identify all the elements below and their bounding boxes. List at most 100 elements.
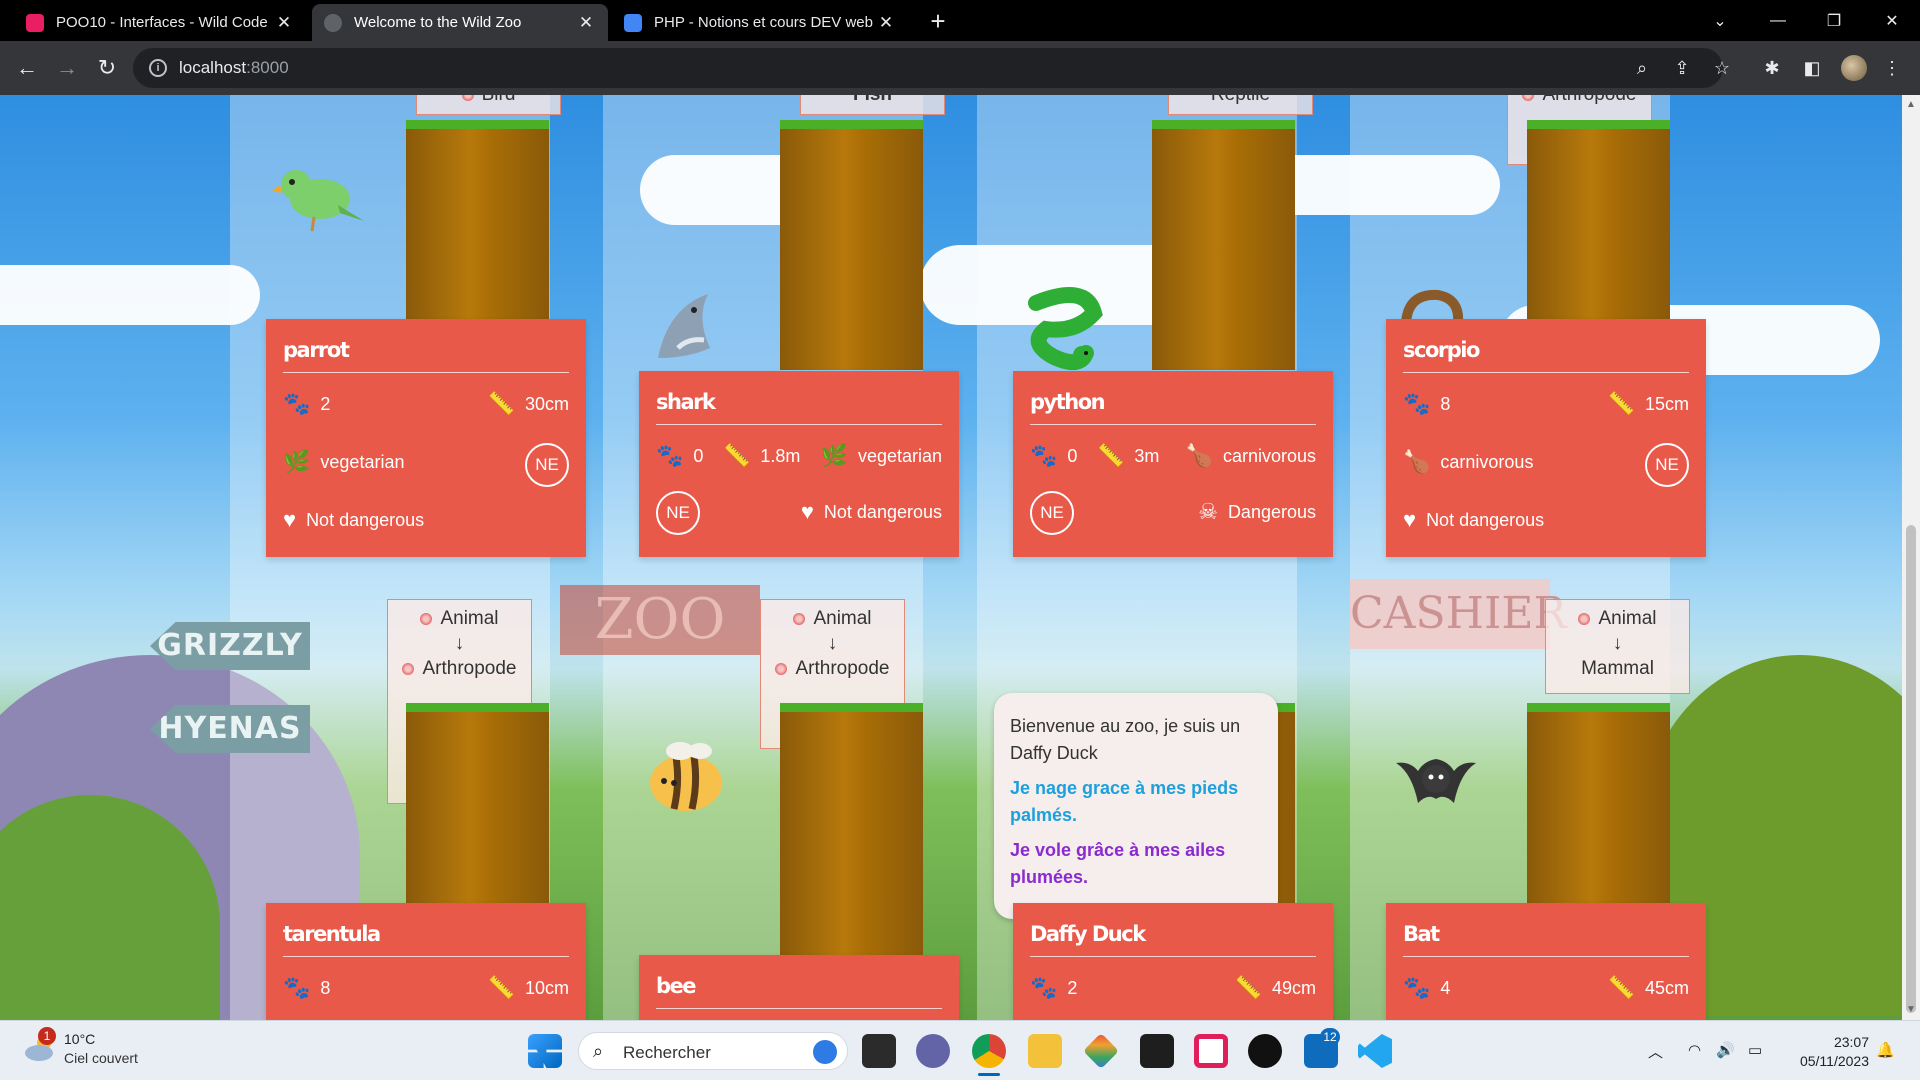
- weather-temp[interactable]: 10°C: [64, 1031, 95, 1047]
- tab-php-notions[interactable]: PHP - Notions et cours DEV web ✕: [612, 4, 908, 41]
- reload-icon[interactable]: ↻: [91, 52, 123, 84]
- weather-description[interactable]: Ciel couvert: [64, 1050, 138, 1066]
- wifi-icon[interactable]: ◠: [1688, 1041, 1701, 1059]
- wooden-post: [780, 120, 923, 370]
- animal-card-python[interactable]: python 🐾 0 📏 3m 🍗 carnivorous NE ☠ Dangerous: [1013, 371, 1333, 557]
- close-tab-icon[interactable]: ✕: [274, 13, 294, 33]
- paw-icon: 🐾: [283, 391, 311, 416]
- show-hidden-icons-icon[interactable]: ︿: [1648, 1041, 1663, 1062]
- file-explorer-icon[interactable]: [1028, 1034, 1062, 1068]
- divider: [283, 372, 569, 373]
- tab-title: Welcome to the Wild Zoo: [354, 14, 522, 31]
- address-bar[interactable]: i localhost:8000 ⌕ ⇪ ☆: [133, 48, 1730, 88]
- taskbar-search[interactable]: ⌕ Rechercher: [578, 1032, 848, 1070]
- category-label-fish: Fish: [800, 95, 945, 115]
- conservation-status-badge: NE: [656, 491, 700, 535]
- weather-alert-badge: 1: [38, 1027, 56, 1045]
- wooden-post: [406, 703, 549, 903]
- clock-date: 05/11/2023: [1799, 1053, 1869, 1069]
- animal-card-bee[interactable]: bee: [639, 955, 959, 1020]
- url-text[interactable]: localhost:8000: [179, 58, 289, 78]
- paw-icon: 🐾: [1030, 975, 1058, 1000]
- python-image: [1028, 287, 1103, 371]
- paw-icon: 🐾: [1403, 975, 1431, 1000]
- legs-stat: 🐾 0: [656, 443, 704, 468]
- chrome-icon[interactable]: [972, 1034, 1006, 1068]
- divider: [1403, 956, 1689, 957]
- side-panel-icon[interactable]: ◧: [1800, 56, 1824, 80]
- forward-arrow-icon[interactable]: →: [51, 52, 83, 84]
- ruler-icon: 📏: [1097, 443, 1125, 468]
- scroll-up-icon[interactable]: ▲: [1905, 99, 1917, 113]
- profile-avatar[interactable]: [1841, 55, 1867, 81]
- bookmark-star-icon[interactable]: ☆: [1711, 57, 1733, 79]
- zoo-arch-sign: ZOO: [560, 585, 760, 655]
- shark-image: [658, 294, 710, 358]
- scroll-down-icon[interactable]: ▼: [1905, 1004, 1917, 1018]
- size-stat: 📏 15cm: [1607, 391, 1689, 416]
- danger-stat: ♥ Not dangerous: [800, 499, 942, 524]
- github-icon[interactable]: [1248, 1034, 1282, 1068]
- search-icon: ⌕: [593, 1041, 604, 1061]
- close-window-button[interactable]: ✕: [1864, 0, 1920, 41]
- restore-button[interactable]: ❐: [1806, 0, 1862, 41]
- vscode-icon[interactable]: [1358, 1034, 1392, 1068]
- back-arrow-icon[interactable]: ←: [11, 52, 43, 84]
- animal-name: bee: [656, 974, 697, 998]
- danger-stat: ♥ Not dangerous: [283, 507, 425, 532]
- animal-card-scorpio[interactable]: scorpio 🐾 8 📏 15cm 🍗 carnivorous NE ♥ Not da…: [1386, 319, 1706, 557]
- site-info-icon[interactable]: i: [149, 59, 167, 77]
- url-host: localhost: [179, 58, 247, 77]
- slack-icon[interactable]: [1194, 1034, 1228, 1068]
- tab-search-icon[interactable]: ⌄: [1692, 0, 1748, 41]
- flower-icon: [1522, 95, 1535, 101]
- task-view-icon[interactable]: [862, 1034, 896, 1068]
- legs-stat: 🐾 2: [1030, 975, 1078, 1000]
- page-scrollbar[interactable]: ▲ ▼: [1902, 95, 1920, 1020]
- menu-kebab-icon[interactable]: ⋮: [1880, 56, 1904, 80]
- notifications-bell-icon[interactable]: 🔔: [1876, 1041, 1895, 1059]
- cashier-sign: CASHIER: [1350, 579, 1567, 649]
- diet-stat: 🍗 carnivorous: [1185, 443, 1316, 468]
- share-icon[interactable]: ⇪: [1671, 57, 1693, 79]
- zoom-icon[interactable]: ⌕: [1631, 57, 1653, 79]
- teams-chat-icon[interactable]: [916, 1034, 950, 1068]
- tab-wild-zoo[interactable]: Welcome to the Wild Zoo ✕: [312, 4, 608, 41]
- active-app-indicator: [978, 1073, 1000, 1076]
- paw-icon: 🐾: [1030, 443, 1058, 468]
- git-app-icon[interactable]: [1082, 1032, 1120, 1070]
- divider: [656, 424, 942, 425]
- close-tab-icon[interactable]: ✕: [576, 13, 596, 33]
- ruler-icon: 📏: [723, 443, 751, 468]
- tab-title: PHP - Notions et cours DEV web: [654, 14, 873, 31]
- size-stat: 📏 49cm: [1234, 975, 1316, 1000]
- start-windows-icon[interactable]: [528, 1034, 562, 1068]
- scrollbar-thumb[interactable]: [1906, 525, 1916, 1013]
- system-clock[interactable]: 23:07 05/11/2023: [1787, 1033, 1869, 1071]
- animal-card-bat[interactable]: Bat 🐾 4 📏 45cm: [1386, 903, 1706, 1020]
- volume-icon[interactable]: 🔊: [1716, 1041, 1735, 1059]
- close-tab-icon[interactable]: ✕: [876, 13, 896, 33]
- ruler-icon: 📏: [1234, 975, 1262, 1000]
- animal-card-shark[interactable]: shark 🐾 0 📏 1.8m 🌿 vegetarian NE ♥ Not dange…: [639, 371, 959, 557]
- wooden-post: [1527, 120, 1670, 320]
- tab-strip: POO10 - Interfaces - Wild Code ✕ Welcome…: [0, 0, 1920, 41]
- size-stat: 📏 3m: [1097, 443, 1160, 468]
- animal-name: scorpio: [1403, 338, 1480, 362]
- animal-card-tarentula[interactable]: tarentula 🐾 8 📏 10cm: [266, 903, 586, 1020]
- legs-stat: 🐾 8: [1403, 391, 1451, 416]
- animal-card-parrot[interactable]: parrot 🐾 2 📏 30cm 🌿 vegetarian NE ♥ Not dang…: [266, 319, 586, 557]
- bing-icon[interactable]: [813, 1040, 837, 1064]
- flower-icon: [775, 663, 788, 675]
- browser-toolbar: ← → ↻ i localhost:8000 ⌕ ⇪ ☆ ✱ ◧ ⋮: [0, 41, 1920, 95]
- extensions-icon[interactable]: ✱: [1760, 56, 1784, 80]
- battery-icon[interactable]: ▭: [1748, 1041, 1762, 1059]
- hierarchy-label-bat: Animal ↓ Mammal: [1545, 599, 1690, 694]
- bubble-swim-text: Je nage grace à mes pieds palmés.: [1010, 778, 1239, 825]
- ruler-icon: 📏: [1607, 975, 1635, 1000]
- tab-poo10[interactable]: POO10 - Interfaces - Wild Code ✕: [14, 4, 306, 41]
- terminal-icon[interactable]: [1140, 1034, 1174, 1068]
- new-tab-button[interactable]: +: [924, 8, 952, 36]
- animal-card-daffy-duck[interactable]: Daffy Duck 🐾 2 📏 49cm: [1013, 903, 1333, 1020]
- minimize-button[interactable]: —: [1750, 0, 1806, 41]
